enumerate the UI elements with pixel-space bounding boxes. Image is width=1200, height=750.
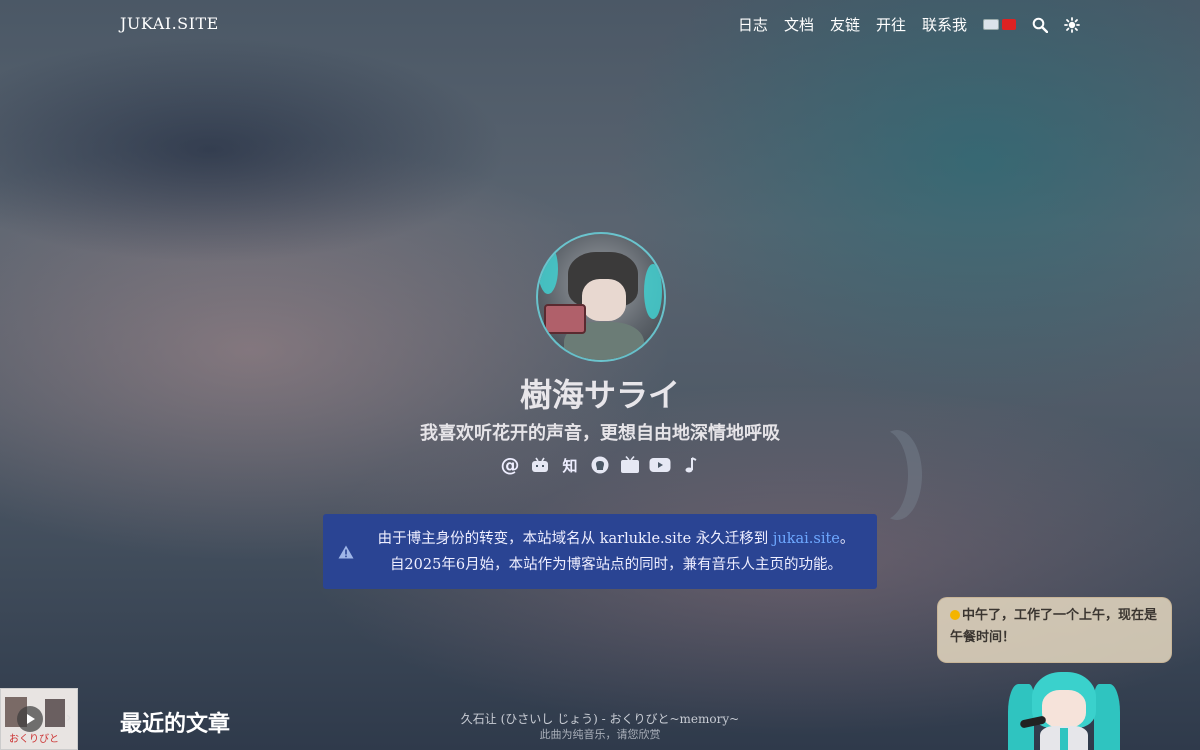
nav-item-docs[interactable]: 文档 — [784, 14, 814, 35]
notice-line-1-suffix: 。 — [839, 530, 855, 547]
top-navbar: JUKAI.SITE 日志 文档 友链 开往 联系我 — [0, 0, 1200, 48]
site-title: 樹海サライ — [519, 376, 680, 414]
email-label: @ — [500, 454, 520, 476]
zhihu-label: 知 — [562, 456, 578, 475]
domain-migration-notice: 由于博主身份的转变，本站域名从 karlukle.site 永久迁移到 juka… — [323, 514, 877, 589]
site-brand[interactable]: JUKAI.SITE — [120, 14, 219, 33]
new-domain-link[interactable]: jukai.site — [773, 531, 840, 547]
site-subtitle: 我喜欢听花开的声音，更想自由地深情地呼吸 — [420, 423, 780, 444]
sun-icon — [950, 610, 960, 620]
zhihu-icon[interactable]: 知 — [559, 454, 581, 476]
search-icon[interactable] — [1032, 17, 1048, 33]
nav-item-friends[interactable]: 友链 — [830, 14, 860, 35]
youtube-icon[interactable] — [649, 454, 671, 476]
email-icon[interactable]: @ — [499, 454, 521, 476]
warning-icon — [323, 545, 369, 559]
theme-toggle-icon[interactable] — [1064, 16, 1080, 33]
nav-item-log[interactable]: 日志 — [738, 14, 768, 35]
notice-line-1-prefix: 由于博主身份的转变，本站域名从 karlukle.site 永久迁移到 — [377, 530, 773, 547]
avatar — [536, 232, 666, 362]
notice-line-1: 由于博主身份的转变，本站域名从 karlukle.site 永久迁移到 juka… — [369, 526, 863, 552]
tv-icon[interactable] — [619, 454, 641, 476]
song-note: 此曲为纯音乐，请您欣赏 — [539, 728, 661, 741]
github-icon[interactable] — [589, 454, 611, 476]
mascot-speech-bubble: 中午了，工作了一个上午，现在是午餐时间！ — [937, 597, 1172, 663]
bilibili-icon[interactable] — [529, 454, 551, 476]
nav-item-contact[interactable]: 联系我 — [922, 14, 967, 35]
language-switch-icon[interactable] — [983, 19, 1016, 30]
music-icon[interactable] — [679, 454, 701, 476]
mascot-message: 中午了，工作了一个上午，现在是午餐时间！ — [950, 608, 1158, 645]
notice-line-2: 自2025年6月始，本站作为博客站点的同时，兼有音乐人主页的功能。 — [389, 556, 843, 573]
song-title: 久石让 (ひさいし じょう) - おくりびと~memory~ — [460, 712, 740, 726]
nav-item-travel[interactable]: 开往 — [876, 14, 906, 35]
now-playing: 久石让 (ひさいし じょう) - おくりびと~memory~ 此曲为纯音乐，请您… — [0, 712, 1200, 742]
nav-links: 日志 文档 友链 开往 联系我 — [738, 14, 1080, 35]
social-links: @ 知 — [0, 454, 1200, 476]
